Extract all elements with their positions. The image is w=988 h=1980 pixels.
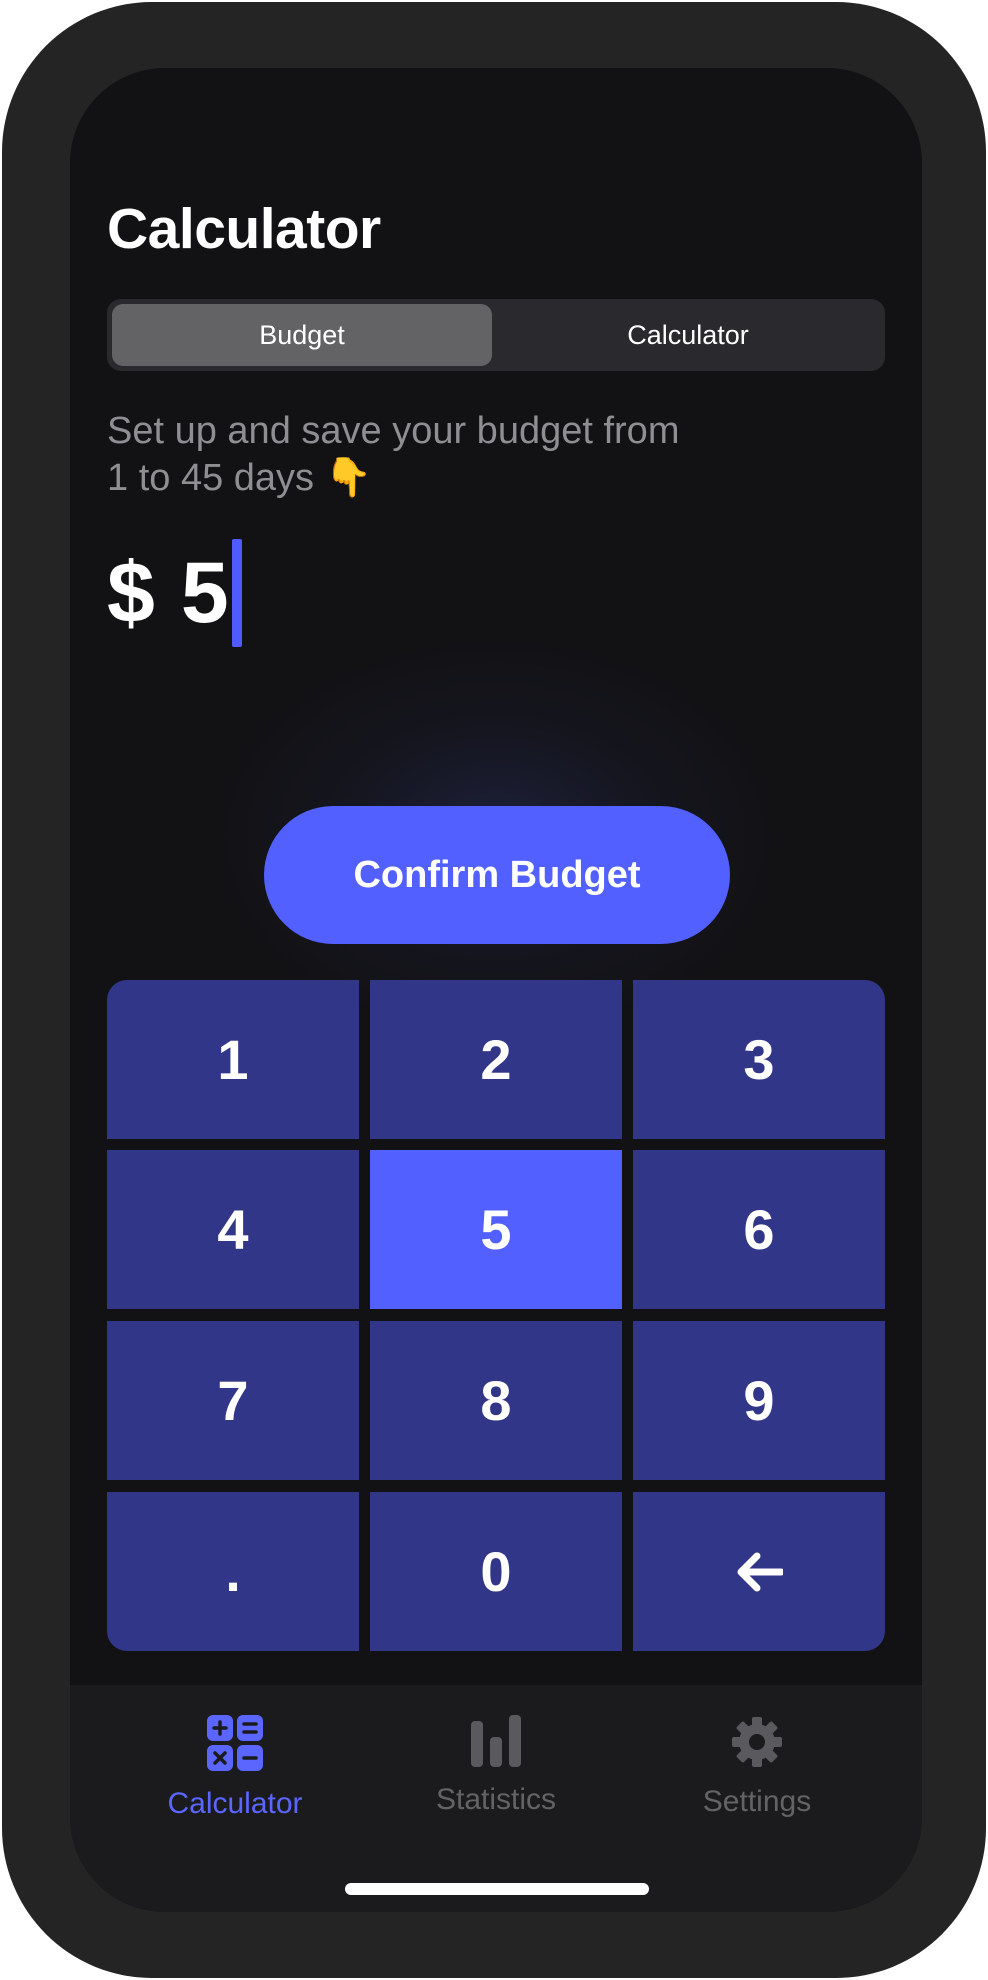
key-decimal[interactable]: . xyxy=(107,1492,359,1651)
key-5[interactable]: 5 xyxy=(370,1150,622,1309)
budget-amount-input[interactable]: $ 5 xyxy=(107,538,242,648)
key-2[interactable]: 2 xyxy=(370,980,622,1139)
text-caret xyxy=(231,539,242,647)
app-screen: Calculator Budget Calculator Set up and … xyxy=(70,68,922,1912)
tab-settings[interactable]: Settings xyxy=(657,1715,857,1835)
arrow-left-icon xyxy=(737,1552,783,1591)
segment-budget[interactable]: Budget xyxy=(112,304,492,366)
tab-label-settings: Settings xyxy=(702,1785,812,1818)
intro-line-2: 1 to 45 days 👇 xyxy=(107,457,372,499)
tab-label-statistics: Statistics xyxy=(435,1783,557,1816)
key-1[interactable]: 1 xyxy=(107,980,359,1139)
key-7[interactable]: 7 xyxy=(107,1321,359,1480)
key-8[interactable]: 8 xyxy=(370,1321,622,1480)
confirm-budget-button[interactable]: Confirm Budget xyxy=(264,806,730,944)
key-backspace[interactable] xyxy=(633,1492,885,1651)
segment-calculator[interactable]: Calculator xyxy=(498,304,878,366)
home-indicator xyxy=(345,1883,649,1895)
key-9[interactable]: 9 xyxy=(633,1321,885,1480)
segmented-control: Budget Calculator xyxy=(107,299,885,371)
amount-value: 5 xyxy=(180,544,229,641)
key-3[interactable]: 3 xyxy=(633,980,885,1139)
intro-line-1: Set up and save your budget from xyxy=(107,410,680,452)
key-6[interactable]: 6 xyxy=(633,1150,885,1309)
key-0[interactable]: 0 xyxy=(370,1492,622,1651)
tab-label-calculator: Calculator xyxy=(167,1787,303,1820)
number-keypad: 1 2 3 4 5 6 7 8 9 . 0 xyxy=(107,980,885,1651)
intro-text: Set up and save your budget from 1 to 45… xyxy=(107,408,747,502)
currency-symbol: $ xyxy=(107,544,155,641)
tab-statistics[interactable]: Statistics xyxy=(396,1715,596,1835)
tab-calculator[interactable]: Calculator xyxy=(135,1715,335,1835)
calculator-icon xyxy=(207,1715,263,1771)
page-title: Calculator xyxy=(107,197,381,261)
phone-frame: Calculator Budget Calculator Set up and … xyxy=(2,2,986,1978)
gear-icon xyxy=(732,1717,782,1767)
key-4[interactable]: 4 xyxy=(107,1150,359,1309)
bar-chart-icon xyxy=(471,1715,521,1767)
tab-bar: Calculator Statistics Settings xyxy=(70,1685,922,1912)
